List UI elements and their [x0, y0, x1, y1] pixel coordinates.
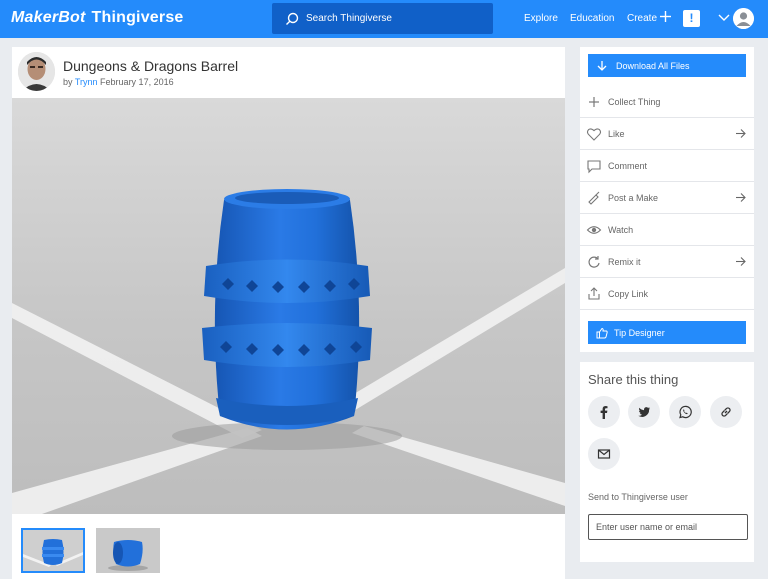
chevron-down-icon[interactable]: [718, 13, 730, 23]
user-name-or-email-input[interactable]: [588, 514, 748, 540]
watch-label: Watch: [608, 224, 634, 235]
share-link-button[interactable]: [710, 396, 742, 428]
remix-it-button[interactable]: Remix it: [580, 246, 754, 278]
whatsapp-icon: [679, 405, 692, 419]
send-to-user-label: Send to Thingiverse user: [588, 492, 688, 502]
thing-title: Dungeons & Dragons Barrel: [63, 58, 239, 74]
author-avatar[interactable]: [18, 52, 55, 91]
plus-icon[interactable]: [659, 10, 672, 23]
copy-link-label: Copy Link: [608, 288, 649, 299]
share-whatsapp-button[interactable]: [669, 396, 701, 428]
collect-thing-label: Collect Thing: [608, 96, 661, 107]
facebook-icon: [600, 406, 608, 419]
logo-product: Thingiverse: [91, 9, 184, 26]
copy-link-button[interactable]: Copy Link: [580, 278, 754, 310]
make-icon: [588, 191, 600, 205]
tip-designer-button[interactable]: Tip Designer: [588, 321, 746, 344]
tip-designer-label: Tip Designer: [614, 327, 665, 338]
download-icon: [597, 60, 607, 71]
watch-button[interactable]: Watch: [580, 214, 754, 246]
thing-byline: by Trynn February 17, 2016: [63, 77, 174, 87]
email-icon: [597, 449, 611, 459]
collect-thing-button[interactable]: Collect Thing: [580, 86, 754, 118]
arrow-right-icon: [736, 257, 746, 266]
top-nav-bar: MakerBot Thingiverse Search Thingiverse E…: [0, 0, 768, 38]
like-label: Like: [608, 128, 625, 139]
share-email-button[interactable]: [588, 438, 620, 470]
arrow-right-icon: [736, 193, 746, 202]
byline-prefix: by: [63, 77, 73, 87]
link-icon: [721, 407, 731, 417]
nav-explore[interactable]: Explore: [524, 0, 558, 38]
comment-button[interactable]: Comment: [580, 150, 754, 182]
arrow-right-icon: [736, 129, 746, 138]
twitter-icon: [638, 407, 650, 418]
remix-it-label: Remix it: [608, 256, 641, 267]
thumbnail-1[interactable]: [21, 528, 85, 573]
search-icon: [286, 12, 299, 25]
download-all-files-button[interactable]: Download All Files: [588, 54, 746, 77]
user-avatar-icon[interactable]: [733, 8, 754, 29]
notification-icon[interactable]: !: [683, 10, 700, 27]
heart-icon: [586, 127, 602, 141]
post-a-make-label: Post a Make: [608, 192, 659, 203]
nav-education[interactable]: Education: [570, 0, 614, 38]
comment-label: Comment: [608, 160, 648, 171]
thing-preview-image[interactable]: [12, 98, 565, 514]
like-button[interactable]: Like: [580, 118, 754, 150]
logo-brand: MakerBot: [11, 9, 86, 26]
search-placeholder: Search Thingiverse: [306, 13, 392, 24]
thing-main-card: Dungeons & Dragons Barrel by Trynn Febru…: [12, 47, 565, 579]
share-title: Share this thing: [588, 372, 679, 387]
makerbot-thingiverse-logo[interactable]: MakerBot Thingiverse: [11, 9, 184, 27]
thumbnail-2[interactable]: [96, 528, 160, 573]
share-facebook-button[interactable]: [588, 396, 620, 428]
search-bar[interactable]: Search Thingiverse: [272, 3, 493, 34]
nav-create[interactable]: Create: [627, 0, 657, 38]
author-link[interactable]: Trynn: [75, 77, 98, 87]
thumbs-up-icon: [596, 327, 608, 338]
download-label: Download All Files: [616, 60, 690, 71]
eye-icon: [586, 225, 602, 234]
publish-date: February 17, 2016: [100, 77, 174, 87]
share-twitter-button[interactable]: [628, 396, 660, 428]
plus-icon: [589, 96, 599, 107]
comment-icon: [587, 159, 601, 173]
share-card: Share this thing Send to Thingiverse use…: [580, 362, 754, 562]
copy-link-icon: [588, 286, 600, 300]
remix-icon: [588, 255, 600, 268]
post-a-make-button[interactable]: Post a Make: [580, 182, 754, 214]
thing-actions-card: Download All Files Collect Thing Like Co…: [580, 47, 754, 352]
